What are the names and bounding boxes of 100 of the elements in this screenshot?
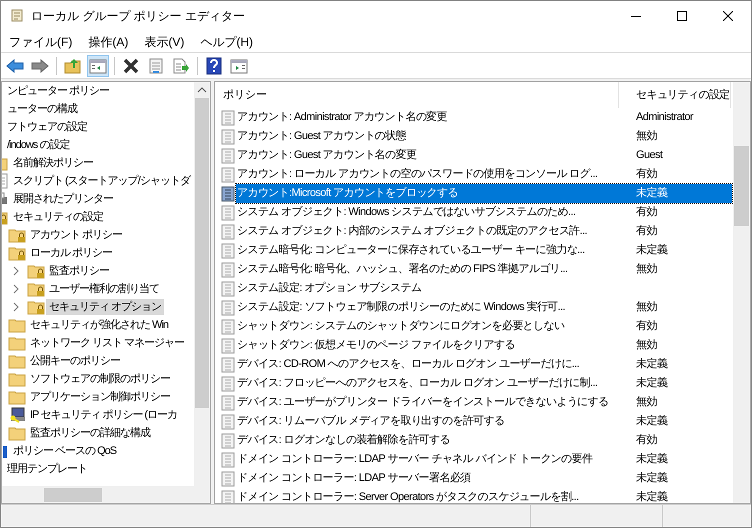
policy-row[interactable]: ドメイン コントローラー: Server Operators がタスクのスケジュールを割... 未定義: [236, 488, 732, 503]
policy-row[interactable]: システム暗号化: 暗号化、ハッシュ、署名のための FIPS 準拠アルゴリ... 無効: [236, 260, 732, 279]
tree-item[interactable]: スクリプト (スタートアップ/シャットダ: [10, 172, 193, 190]
setting-value: 未定義: [636, 242, 668, 258]
policy-row[interactable]: システム暗号化: コンピューターに保存されているユーザー キーに強力な... 未定義: [236, 241, 732, 260]
tree-item[interactable]: 名前解決ポリシー: [10, 154, 96, 172]
scroll-icon: [9, 8, 25, 24]
tree-item[interactable]: /indows の設定: [4, 136, 72, 154]
column-header[interactable]: セキュリティの設定: [619, 82, 731, 108]
tree-item[interactable]: 監査ポリシー: [46, 262, 112, 280]
policy-row[interactable]: デバイス: フロッピーへのアクセスを、ローカル ログオン ユーザーだけに制... 未定義: [236, 374, 732, 393]
policy-name: システム オブジェクト: Windows システムではないサブシステムのため...: [236, 204, 576, 220]
policy-icon: [221, 470, 235, 486]
tree-item[interactable]: 監査ポリシーの詳細な構成: [27, 424, 153, 442]
tree-item[interactable]: アカウント ポリシー: [27, 226, 126, 244]
setting-value: 有効: [636, 433, 657, 448]
horizontal-scrollbar[interactable]: [2, 486, 210, 503]
folder-up-icon: [64, 58, 82, 74]
back-arrow-icon: [6, 58, 24, 72]
chevron-icon[interactable]: [12, 266, 20, 276]
chevron-icon[interactable]: [12, 302, 20, 312]
setting-value: 未定義: [636, 186, 668, 202]
tree-item[interactable]: フトウェアの設定: [4, 118, 90, 136]
setting-value: 未定義: [636, 376, 668, 392]
locked-folder-icon: [8, 227, 26, 243]
policy-row[interactable]: デバイス: CD-ROM へのアクセスを、ローカル ログオン ユーザーだけに... 未定義: [236, 355, 732, 374]
policy-name: ドメイン コントローラー: LDAP サーバー署名必須: [236, 470, 472, 486]
tree-item[interactable]: ネットワーク リスト マネージャー: [27, 334, 188, 352]
policy-row[interactable]: アカウント: Guest アカウントの状態 無効: [236, 127, 732, 146]
policy-row[interactable]: デバイス: ユーザーがプリンター ドライバーをインストールできないようにする 無効: [236, 393, 732, 412]
help-icon: [206, 56, 222, 74]
locked-folder-icon: [8, 245, 26, 261]
policy-name: アカウント:Microsoft アカウントをブロックする: [236, 186, 459, 202]
policy-row[interactable]: システム オブジェクト: Windows システムではないサブシステムのため... 有効: [236, 203, 732, 222]
menu-item[interactable]: 表示(V): [136, 31, 192, 52]
policy-row[interactable]: システム設定: ソフトウェア制限のポリシーのために Windows 実行可... 無効: [236, 298, 732, 317]
policy-name: シャットダウン: システムのシャットダウンにログオンを必要としない: [236, 318, 566, 334]
tree-item[interactable]: セキュリティの設定: [10, 208, 106, 226]
policy-name: デバイス: リムーバブル メディアを取り出すのを許可する: [236, 414, 506, 430]
policy-row[interactable]: アカウント: Administrator アカウント名の変更 Administrator: [236, 108, 732, 127]
policy-row[interactable]: アカウント: ローカル アカウントの空のパスワードの使用をコンソール ログ... 有効: [236, 165, 732, 184]
tree-item[interactable]: セキュリティが強化された Win: [27, 316, 171, 334]
setting-value: Guest: [636, 148, 662, 164]
menu-item[interactable]: ヘルプ(H): [192, 31, 261, 52]
setting-value: 未定義: [636, 356, 668, 372]
tree-item[interactable]: IP セキュリティ ポリシー (ローカ: [27, 406, 180, 424]
policy-row[interactable]: アカウント: Guest アカウント名の変更 Guest: [236, 146, 732, 165]
policy-row[interactable]: シャットダウン: システムのシャットダウンにログオンを必要としない 有効: [236, 317, 732, 336]
policy-name: デバイス: フロッピーへのアクセスを、ローカル ログオン ユーザーだけに制...: [236, 376, 598, 392]
folder-icon: [8, 353, 26, 369]
chevron-icon[interactable]: [12, 284, 20, 294]
policy-row[interactable]: ドメイン コントローラー: LDAP サーバー署名必須 未定義: [236, 469, 732, 488]
export-list-icon: [172, 58, 190, 74]
setting-value: 無効: [636, 129, 657, 144]
action-pane-icon: [230, 58, 248, 74]
policy-name: ドメイン コントローラー: Server Operators がタスクのスケジュールを割...: [236, 490, 580, 503]
setting-value: 未定義: [636, 490, 668, 503]
tree-item[interactable]: ンピューター ポリシー: [4, 82, 112, 100]
policy-row[interactable]: デバイス: リムーバブル メディアを取り出すのを許可する 未定義: [236, 412, 732, 431]
policy-name: システム設定: ソフトウェア制限のポリシーのために Windows 実行可...: [236, 300, 566, 316]
policy-row[interactable]: シャットダウン: 仮想メモリのページ ファイルをクリアする 無効: [236, 336, 732, 355]
folder-icon: [8, 317, 26, 333]
locked-folder-icon: [27, 299, 45, 315]
menu-item[interactable]: ファイル(F): [1, 31, 80, 52]
policy-row[interactable]: デバイス: ログオンなしの装着解除を許可する 有効: [236, 431, 732, 450]
vertical-scrollbar[interactable]: [194, 82, 210, 486]
tree-item[interactable]: 公開キーのポリシー: [27, 352, 123, 370]
policy-row[interactable]: システム オブジェクト: 内部のシステム オブジェクトの既定のアクセス許... 有効: [236, 222, 732, 241]
policy-name: デバイス: ユーザーがプリンター ドライバーをインストールできないようにする: [236, 394, 610, 410]
folder-icon: [8, 371, 26, 387]
menu-item[interactable]: 操作(A): [80, 31, 136, 52]
policy-icon: [221, 186, 235, 202]
policy-name: シャットダウン: 仮想メモリのページ ファイルをクリアする: [236, 338, 516, 354]
vertical-scrollbar[interactable]: [733, 82, 750, 503]
tree-pane-icon: [89, 58, 107, 74]
tree-item[interactable]: ローカル ポリシー: [27, 244, 116, 262]
policy-icon: [221, 166, 235, 182]
policy-icon: [221, 262, 235, 278]
setting-value: 無効: [636, 300, 657, 316]
policy-row[interactable]: アカウント:Microsoft アカウントをブロックする 未定義: [236, 184, 732, 203]
tree-item[interactable]: ューターの構成: [4, 100, 80, 118]
tree-item[interactable]: ソフトウェアの制限のポリシー: [27, 370, 173, 388]
computer-key-icon: [8, 407, 26, 423]
tree-item[interactable]: 理用テンプレート: [4, 460, 90, 478]
tree-item[interactable]: ユーザー権利の割り当て: [46, 280, 162, 298]
locked-folder-icon: [27, 281, 45, 297]
policy-icon: [221, 452, 235, 468]
tree-item[interactable]: セキュリティ オプション: [46, 298, 164, 316]
column-header[interactable]: ポリシー: [215, 82, 619, 108]
setting-value: 有効: [636, 224, 657, 240]
policy-name: システム暗号化: コンピューターに保存されているユーザー キーに強力な...: [236, 242, 586, 258]
tree-item[interactable]: ポリシー ベースの QoS: [10, 442, 120, 460]
tree-item[interactable]: 展開されたプリンター: [10, 190, 116, 208]
bar-icon: [2, 443, 8, 459]
policy-icon: [221, 128, 235, 144]
properties-icon: [148, 58, 164, 74]
tree-item[interactable]: アプリケーション制御ポリシー: [27, 388, 173, 406]
setting-value: 有効: [636, 319, 657, 334]
policy-row[interactable]: ドメイン コントローラー: LDAP サーバー チャネル バインド トークンの要件 未定義: [236, 450, 732, 469]
policy-row[interactable]: システム設定: オプション サブシステム: [236, 279, 732, 298]
